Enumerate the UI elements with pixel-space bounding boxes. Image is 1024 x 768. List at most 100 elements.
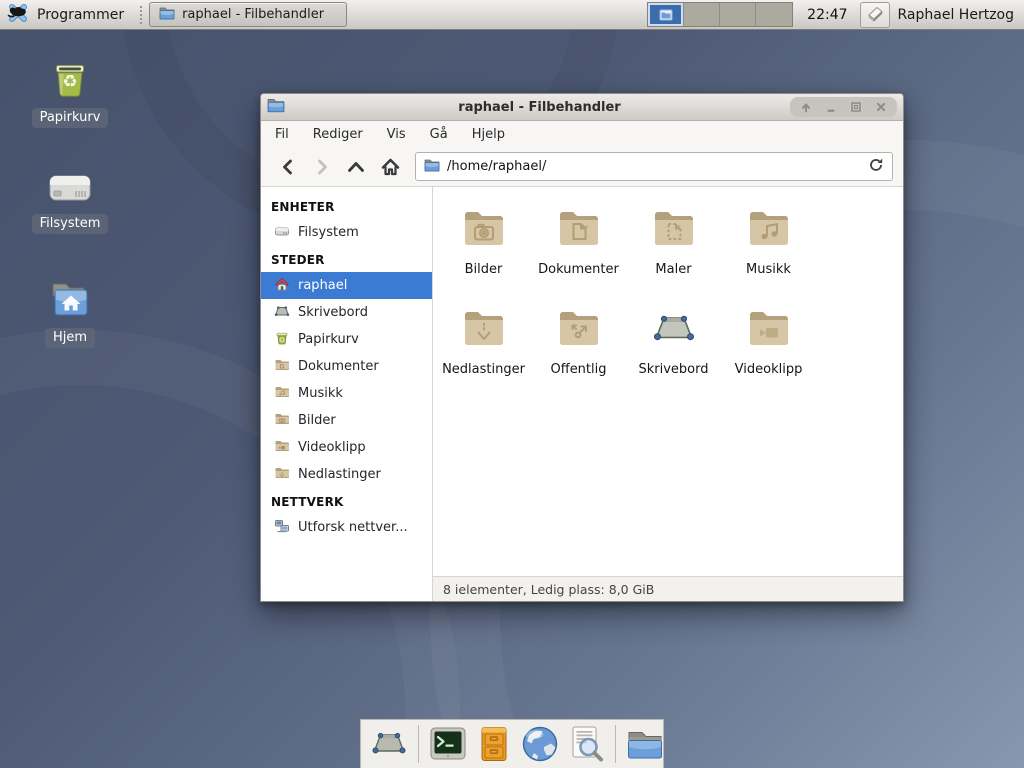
sidebar-item-label: Skrivebord — [298, 305, 368, 320]
file-manager-launcher[interactable] — [625, 723, 665, 765]
desktop-icon-filesystem[interactable]: Filsystem — [16, 158, 124, 234]
sidebar-header-places: STEDER — [261, 246, 432, 272]
file-label: Videoklipp — [735, 362, 803, 377]
status-text: 8 ielementer, Ledig plass: 8,0 GiB — [443, 582, 654, 597]
window-controls — [790, 97, 897, 117]
folder-music-icon — [274, 384, 290, 404]
sidebar-item-label: Papirkurv — [298, 332, 359, 347]
desktop-icon-trash[interactable]: ♻ Papirkurv — [16, 52, 124, 128]
close-button[interactable] — [874, 100, 888, 114]
file-label: Maler — [655, 262, 691, 277]
file-cabinet-launcher[interactable] — [474, 723, 514, 765]
sidebar-item-browse-network[interactable]: Utforsk nettver... — [261, 514, 432, 541]
file-item-pictures[interactable]: Bilder — [436, 203, 531, 303]
dock-separator — [418, 725, 419, 763]
panel-clock[interactable]: 22:47 — [807, 7, 847, 23]
home-button[interactable] — [373, 152, 407, 182]
folder-music-icon — [745, 203, 793, 253]
sidebar-item-label: Videoklipp — [298, 440, 366, 455]
web-browser-launcher[interactable] — [520, 723, 560, 765]
drive-icon — [274, 223, 290, 243]
back-button[interactable] — [271, 152, 305, 182]
menu-view[interactable]: Vis — [387, 127, 406, 142]
sidebar-header-devices: ENHETER — [261, 193, 432, 219]
eraser-icon — [865, 3, 885, 27]
sidebar-item-videos[interactable]: Videoklipp — [261, 434, 432, 461]
file-item-downloads[interactable]: Nedlastinger — [436, 303, 531, 403]
sidebar-item-documents[interactable]: Dokumenter — [261, 353, 432, 380]
file-item-templates[interactable]: Maler — [626, 203, 721, 303]
file-list: Bilder Dokum — [433, 187, 903, 576]
trash-icon: ♻ — [16, 52, 124, 102]
sidebar-item-label: Bilder — [298, 413, 336, 428]
file-item-videos[interactable]: Videoklipp — [721, 303, 816, 403]
path-text[interactable]: /home/raphael/ — [447, 159, 861, 174]
file-item-desktop[interactable]: Skrivebord — [626, 303, 721, 403]
top-panel: Programmer raphael - Filbehandler 22:47 — [0, 0, 1024, 30]
titlebar[interactable]: raphael - Filbehandler — [261, 94, 903, 121]
sidebar-item-pictures[interactable]: Bilder — [261, 407, 432, 434]
hard-drive-icon — [16, 158, 124, 208]
path-bar[interactable]: /home/raphael/ — [415, 152, 893, 181]
folder-videos-icon — [745, 303, 793, 353]
applications-menu-label: Programmer — [37, 7, 124, 23]
minimize-button[interactable] — [824, 100, 838, 114]
sidebar-item-label: Musikk — [298, 386, 343, 401]
show-desktop-button[interactable] — [369, 723, 409, 765]
home-folder-icon — [16, 272, 124, 322]
sidebar-item-filesystem[interactable]: Filsystem — [261, 219, 432, 246]
workspace-3[interactable] — [720, 3, 756, 26]
workspace-2[interactable] — [684, 3, 720, 26]
sidebar-item-downloads[interactable]: Nedlastinger — [261, 461, 432, 488]
sidebar: ENHETER Filsystem STEDER — [261, 187, 433, 601]
workspace-1[interactable] — [648, 3, 684, 26]
menubar: Fil Rediger Vis Gå Hjelp — [261, 121, 903, 147]
home-icon — [274, 276, 290, 296]
maximize-button[interactable] — [849, 100, 863, 114]
sidebar-item-desktop[interactable]: Skrivebord — [261, 299, 432, 326]
file-label: Dokumenter — [538, 262, 619, 277]
desktop-icon — [650, 303, 698, 353]
menu-file[interactable]: Fil — [275, 127, 289, 142]
folder-pictures-icon — [274, 411, 290, 431]
folder-videos-icon — [274, 438, 290, 458]
terminal-launcher[interactable] — [428, 723, 468, 765]
sidebar-item-label: raphael — [298, 278, 347, 293]
desktop-label-filesystem: Filsystem — [32, 214, 109, 234]
session-action-button[interactable] — [860, 2, 890, 28]
menu-help[interactable]: Hjelp — [472, 127, 505, 142]
taskbar-window-label: raphael - Filbehandler — [182, 7, 324, 22]
menu-edit[interactable]: Rediger — [313, 127, 363, 142]
reload-icon[interactable] — [868, 157, 884, 177]
desktop-label-trash: Papirkurv — [32, 108, 109, 128]
sidebar-item-label: Utforsk nettver... — [298, 520, 408, 535]
workspace-pager — [647, 2, 793, 27]
folder-public-icon — [555, 303, 603, 353]
path-folder-icon — [424, 157, 440, 177]
taskbar-window-button[interactable]: raphael - Filbehandler — [149, 2, 347, 27]
dock-separator — [615, 725, 616, 763]
file-item-public[interactable]: Offentlig — [531, 303, 626, 403]
network-icon — [274, 518, 290, 538]
user-name-label[interactable]: Raphael Hertzog — [898, 7, 1014, 23]
forward-button[interactable] — [305, 152, 339, 182]
file-label: Offentlig — [551, 362, 607, 377]
sidebar-item-home[interactable]: raphael — [261, 272, 432, 299]
sidebar-item-music[interactable]: Musikk — [261, 380, 432, 407]
menu-go[interactable]: Gå — [430, 127, 448, 142]
desktop-icon-home[interactable]: Hjem — [16, 272, 124, 348]
file-item-documents[interactable]: Dokumenter — [531, 203, 626, 303]
file-label: Musikk — [746, 262, 791, 277]
applications-menu[interactable]: Programmer — [0, 0, 134, 29]
xfce-logo-icon — [6, 1, 30, 29]
file-manager-window: raphael - Filbehandler Fil Rediger Vis G… — [260, 93, 904, 602]
workspace-4[interactable] — [756, 3, 792, 26]
up-button[interactable] — [339, 152, 373, 182]
shade-button[interactable] — [799, 100, 813, 114]
sidebar-item-trash[interactable]: Papirkurv — [261, 326, 432, 353]
file-item-music[interactable]: Musikk — [721, 203, 816, 303]
trash-icon — [274, 330, 290, 350]
desktop-icon — [274, 303, 290, 323]
dock — [360, 719, 664, 768]
search-launcher[interactable] — [566, 723, 606, 765]
